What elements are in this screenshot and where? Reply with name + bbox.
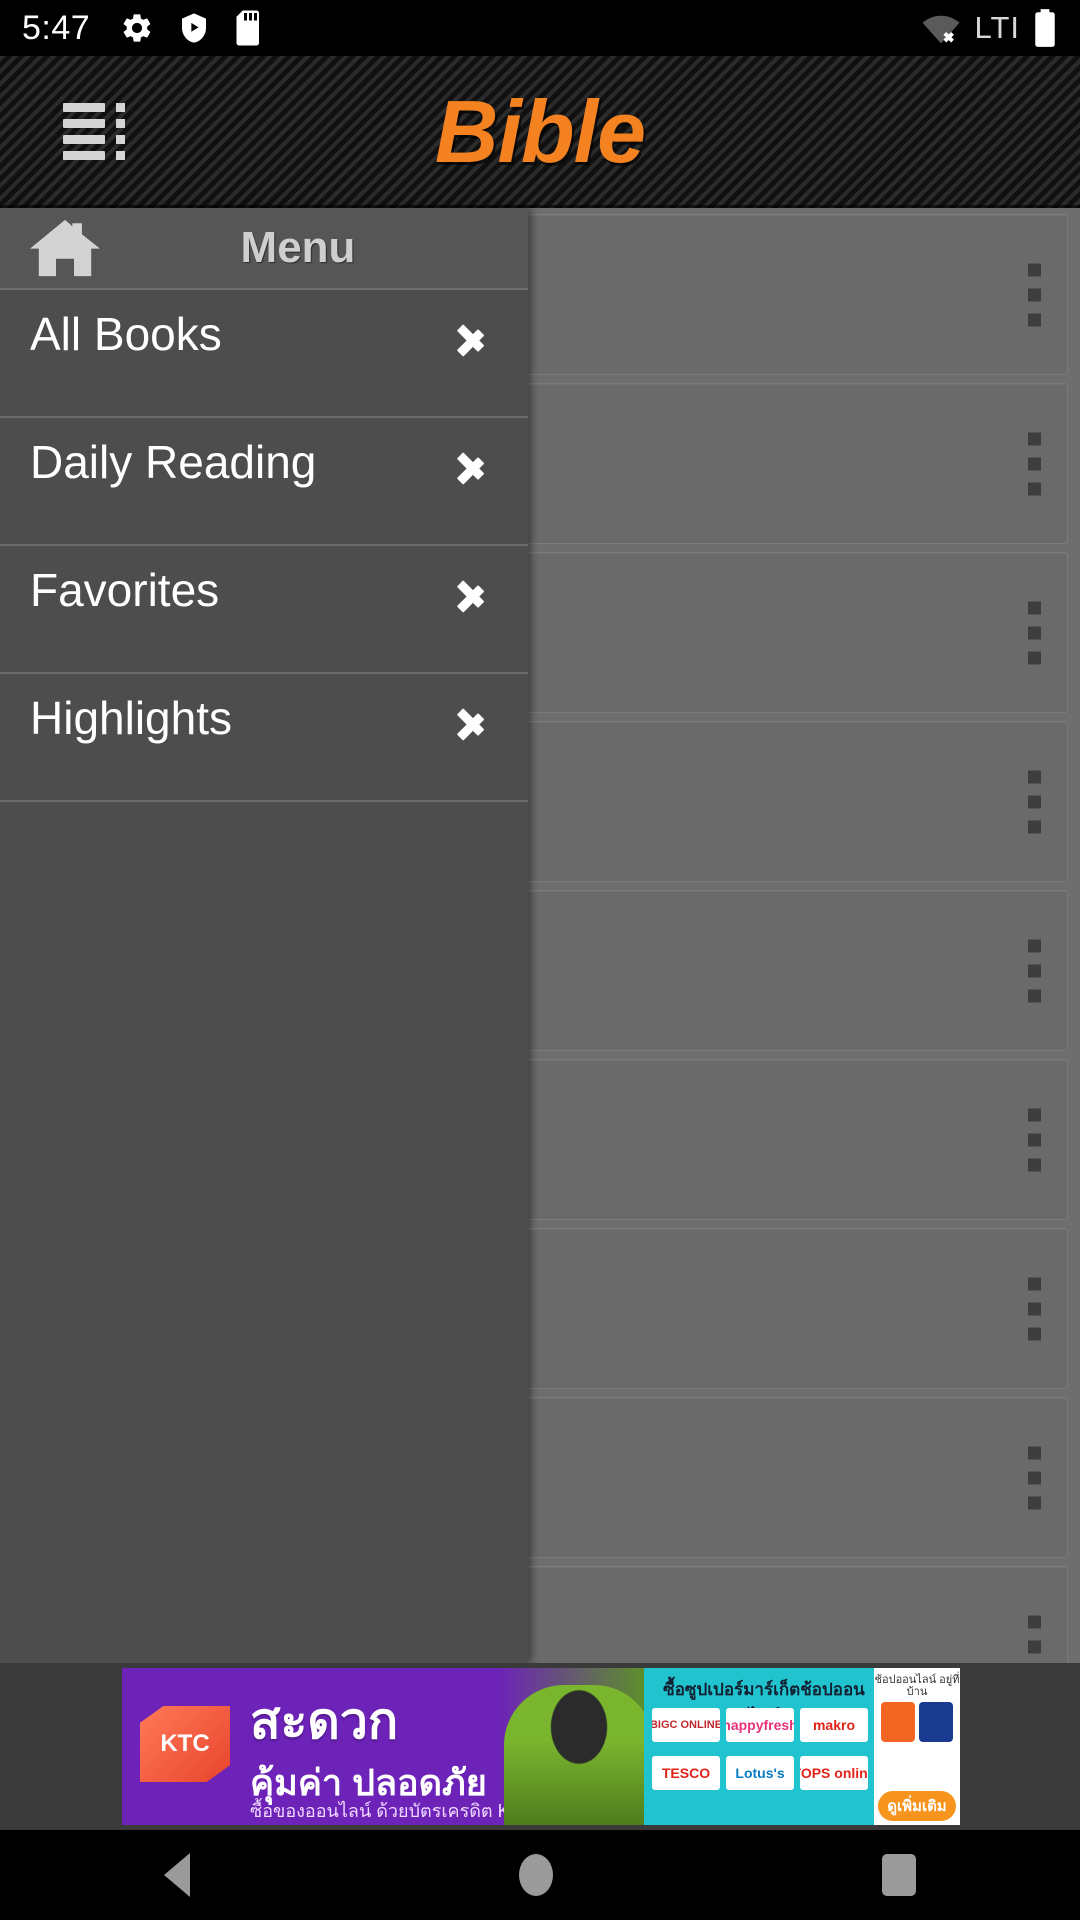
ad-banner[interactable]: KTC สะดวก คุ้มค่า ปลอดภัย ซื้อของออนไลน์… (122, 1668, 960, 1825)
more-vertical-icon[interactable] (1028, 1108, 1041, 1171)
sidebar-item-label: Favorites (30, 564, 220, 616)
sidebar-item-highlights[interactable]: Highlights (0, 674, 528, 802)
brand-logo: TESCO (652, 1756, 720, 1790)
ad-left-panel: KTC สะดวก คุ้มค่า ปลอดภัย ซื้อของออนไลน์… (122, 1668, 644, 1825)
brand-logo: TOPS online (800, 1756, 868, 1790)
brand-logo: Lotus's (726, 1756, 794, 1790)
brand-logo: BIGC ONLINE (652, 1708, 720, 1742)
more-vertical-icon[interactable] (1028, 1277, 1041, 1340)
status-right-icons: LTI (921, 9, 1057, 47)
phone-screen: 5:47 LTI Bible Menu All Books Daily Read… (0, 0, 1080, 1920)
ad-caption: ซื้อของออนไลน์ ด้วยบัตรเครดิต KTC (250, 1801, 534, 1821)
sidebar-item-label: Daily Reading (30, 436, 317, 488)
ad-cta-button[interactable]: ดูเพิ่มเติม (878, 1791, 956, 1821)
more-vertical-icon[interactable] (1028, 601, 1041, 664)
wifi-off-icon (922, 15, 959, 44)
more-vertical-icon[interactable] (1028, 432, 1041, 495)
home-button[interactable] (26, 217, 104, 279)
sidebar-item-all-books[interactable]: All Books (0, 290, 528, 418)
status-bar: 5:47 LTI (0, 0, 1080, 56)
content-area: Menu All Books Daily Reading Favorites H… (0, 208, 1080, 1727)
brand-logo: makro (800, 1708, 868, 1742)
ktc-logo: KTC (140, 1706, 230, 1782)
ad-logo-grid: BIGC ONLINE happyfresh makro TESCO Lotus… (652, 1704, 868, 1794)
play-protect-icon (182, 13, 207, 43)
battery-icon (1035, 9, 1055, 47)
sidebar-item-label: Highlights (30, 692, 232, 744)
ad-app-icons (881, 1702, 953, 1742)
chevron-right-icon (456, 442, 490, 486)
ad-headline: สะดวก (250, 1693, 399, 1749)
drawer-title: Menu (240, 223, 356, 272)
gear-icon (123, 14, 151, 42)
sd-card-icon (236, 10, 260, 46)
back-triangle-icon[interactable] (164, 1853, 191, 1897)
chevron-right-icon (456, 314, 490, 358)
chevron-right-icon (456, 570, 490, 614)
home-icon (30, 219, 100, 277)
more-vertical-icon[interactable] (1028, 1446, 1041, 1509)
network-label: LTI (974, 10, 1020, 45)
chevron-right-icon (456, 698, 490, 742)
ad-side-text: ช้อปออนไลน์ อยู่ที่บ้าน (874, 1674, 960, 1698)
brand-logo: happyfresh (726, 1708, 794, 1742)
home-circle-icon[interactable] (518, 1854, 553, 1896)
page-title: Bible (434, 82, 646, 181)
status-left-icons (120, 10, 264, 46)
status-time: 5:47 (22, 8, 91, 47)
sidebar-item-favorites[interactable]: Favorites (0, 546, 528, 674)
more-vertical-icon[interactable] (1028, 263, 1041, 326)
navigation-drawer: Menu All Books Daily Reading Favorites H… (0, 208, 528, 1663)
ad-container: KTC สะดวก คุ้มค่า ปลอดภัย ซื้อของออนไลน์… (0, 1663, 1080, 1830)
sidebar-item-daily-reading[interactable]: Daily Reading (0, 418, 528, 546)
ad-person-image (504, 1685, 644, 1825)
app-bar: Bible (0, 56, 1080, 208)
recents-square-icon[interactable] (881, 1854, 916, 1896)
ad-right-panel: ซื้อซูปเปอร์มาร์เก็ตช้อปออนไลน์ BIGC ONL… (644, 1668, 960, 1825)
system-nav-bar (0, 1830, 1080, 1920)
drawer-header: Menu (0, 208, 528, 290)
sidebar-item-label: All Books (30, 308, 222, 360)
more-vertical-icon[interactable] (1028, 939, 1041, 1002)
ad-side-panel: ช้อปออนไลน์ อยู่ที่บ้าน ดูเพิ่มเติม (874, 1668, 960, 1825)
more-vertical-icon[interactable] (1028, 770, 1041, 833)
